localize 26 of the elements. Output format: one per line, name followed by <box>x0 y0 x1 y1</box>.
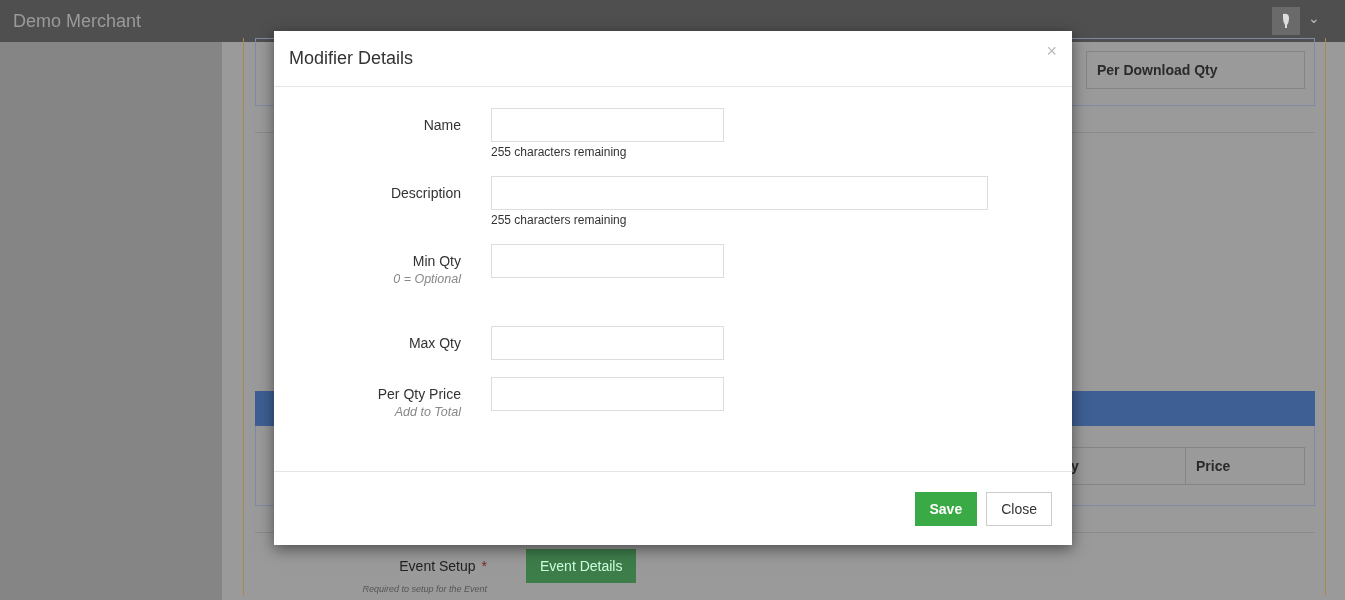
field-hint: Required to setup for the Event <box>361 584 487 595</box>
field-label: Event Setup <box>399 558 476 574</box>
field-label: Name <box>423 117 461 133</box>
modal-title: Modifier Details <box>289 48 415 69</box>
field-hint: 0 = Optional <box>393 272 461 286</box>
field-label: Description <box>390 185 461 201</box>
character-counter: 255 characters remaining <box>491 213 628 227</box>
input-field[interactable] <box>491 377 724 411</box>
column-header: Per Download Qty <box>1086 51 1305 89</box>
field-label: Min Qty <box>412 253 461 269</box>
field-label: Per Qty Price <box>377 386 461 402</box>
save-button[interactable]: Save <box>914 491 978 526</box>
input-field[interactable] <box>491 244 724 278</box>
input-field[interactable] <box>491 176 988 210</box>
input-field[interactable] <box>491 108 724 142</box>
caret-icon[interactable]: ⌄ <box>1308 11 1320 25</box>
event-details-button[interactable]: Event Details <box>526 549 637 583</box>
character-counter: 255 characters remaining <box>491 145 628 159</box>
field-label: Max Qty <box>408 335 461 351</box>
input-field[interactable] <box>491 326 724 360</box>
column-header: Price <box>1185 447 1305 485</box>
app-title: Demo Merchant <box>13 10 143 32</box>
field-hint: Add to Total <box>394 405 461 419</box>
user-avatar-icon[interactable] <box>1272 7 1300 35</box>
close-button[interactable]: Close <box>986 491 1052 526</box>
required-mark: * <box>481 558 487 574</box>
